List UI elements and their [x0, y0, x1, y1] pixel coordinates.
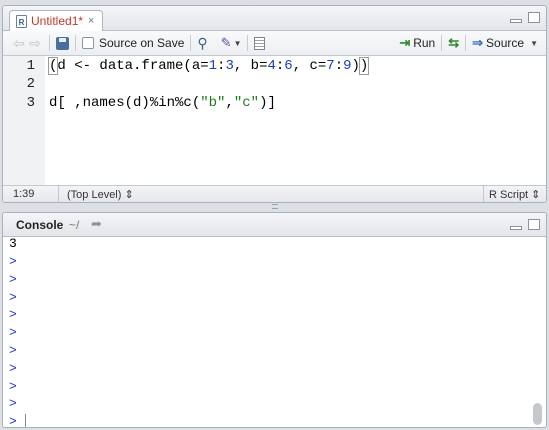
maximize-pane-icon[interactable] [528, 219, 540, 230]
console-prompt: > [9, 360, 17, 376]
console-prompt: > [9, 307, 17, 323]
toolbar-divider [49, 35, 50, 51]
toolbar-divider [247, 35, 249, 51]
source-button[interactable]: ⇒ Source ▼ [472, 33, 538, 53]
pane-splitter[interactable] [0, 202, 549, 211]
run-arrow-icon: ⇥ [399, 35, 411, 50]
toolbar-divider [190, 35, 192, 51]
minimize-pane-icon[interactable] [510, 226, 522, 230]
tab-title: Untitled1* [31, 14, 84, 28]
source-arrow-icon: ⇒ [472, 35, 484, 50]
tab-untitled1[interactable]: R Untitled1* × [9, 10, 103, 31]
editor-tab-bar: R Untitled1* × [3, 6, 546, 31]
code-tools-button[interactable]: ✎ ▼ [221, 33, 242, 53]
console-scrollbar[interactable] [532, 239, 543, 425]
goto-directory-icon[interactable]: ➦ [91, 216, 102, 232]
source-on-save-label: Source on Save [99, 36, 185, 50]
code-text: d[ ,names(d)%in%c("b","c")] [49, 95, 276, 111]
source-label: Source [486, 36, 525, 50]
minimize-pane-icon[interactable] [510, 19, 522, 23]
console-header: Console ~/ ➦ [3, 213, 546, 237]
console-title: Console [16, 218, 64, 232]
line-number: 2 [26, 76, 35, 92]
editor-window-controls [510, 12, 540, 23]
chevron-down-icon: ▼ [233, 38, 242, 48]
save-button[interactable] [56, 33, 69, 53]
console-prompt: > [9, 343, 17, 358]
splitter-grip-icon [271, 204, 278, 209]
console-prompt: > [9, 271, 17, 287]
matched-paren: ) [358, 57, 370, 75]
console-window-controls [510, 219, 540, 230]
cursor-position: 1:39 [13, 188, 35, 200]
console-prompt: > [9, 378, 17, 394]
console-pane: Console ~/ ➦ 3 > > > > > > > > > > [2, 212, 547, 428]
toolbar-divider [465, 35, 467, 51]
console-prompt: > [9, 414, 17, 428]
console-prompt: > [9, 396, 17, 412]
scope-selector[interactable]: (Top Level) ⇕ [67, 188, 134, 201]
source-on-save-toggle[interactable]: Source on Save [82, 33, 184, 53]
rerun-icon[interactable]: ⇆ [448, 33, 459, 53]
close-tab-icon[interactable]: × [88, 15, 94, 27]
source-on-save-checkbox[interactable] [82, 37, 94, 49]
scrollbar-thumb[interactable] [533, 403, 542, 425]
save-icon [56, 36, 69, 50]
status-divider [58, 186, 59, 202]
arrow-right-icon[interactable]: ⇨ [27, 35, 43, 52]
console-output[interactable]: 3 > > > > > > > > > > [3, 236, 546, 428]
code-editor[interactable]: 1 (d <- data.frame(a=1:3, b=4:6, c=7:9))… [3, 56, 546, 186]
magic-wand-icon: ✎ [220, 35, 232, 50]
run-label: Run [413, 36, 436, 50]
line-number: 1 [26, 58, 35, 74]
code-line-1: 1 (d <- data.frame(a=1:3, b=4:6, c=7:9)) [3, 57, 546, 75]
file-type-selector[interactable]: R Script ⇕ [489, 188, 540, 201]
maximize-pane-icon[interactable] [528, 12, 540, 23]
notebook-icon [254, 36, 266, 50]
text-cursor [25, 414, 26, 427]
console-output-line: 3 [9, 236, 17, 251]
code-text: (d <- data.frame(a=1:3, b=4:6, c=7:9)) [48, 57, 370, 75]
chevron-down-icon: ▼ [530, 38, 538, 48]
console-prompt: > [9, 325, 17, 341]
run-button[interactable]: ⇥ Run [399, 33, 435, 53]
editor-toolbar: ⇦ ⇨ Source on Save ⚲ ✎ ▼ ⇥ Run ⇆ ⇒ Sourc… [3, 31, 546, 56]
r-file-icon: R [16, 14, 27, 28]
toolbar-divider [75, 35, 76, 51]
code-line-3: 3 d[ ,names(d)%in%c("b","c")] [3, 94, 546, 112]
toolbar-divider [441, 35, 443, 51]
source-editor-pane: R Untitled1* × ⇦ ⇨ Source on Save ⚲ ✎ ▼ [2, 5, 547, 203]
working-directory: ~/ [69, 218, 80, 232]
search-icon[interactable]: ⚲ [197, 33, 207, 53]
arrow-left-icon[interactable]: ⇦ [11, 35, 27, 52]
editor-status-bar: 1:39 (Top Level) ⇕ R Script ⇕ [3, 185, 546, 202]
console-prompt: > [9, 289, 17, 305]
line-number: 3 [26, 95, 35, 111]
code-line-2: 2 [3, 75, 546, 93]
console-prompt: > [9, 254, 17, 269]
compile-notebook-button[interactable] [254, 33, 266, 53]
status-divider [483, 186, 484, 202]
